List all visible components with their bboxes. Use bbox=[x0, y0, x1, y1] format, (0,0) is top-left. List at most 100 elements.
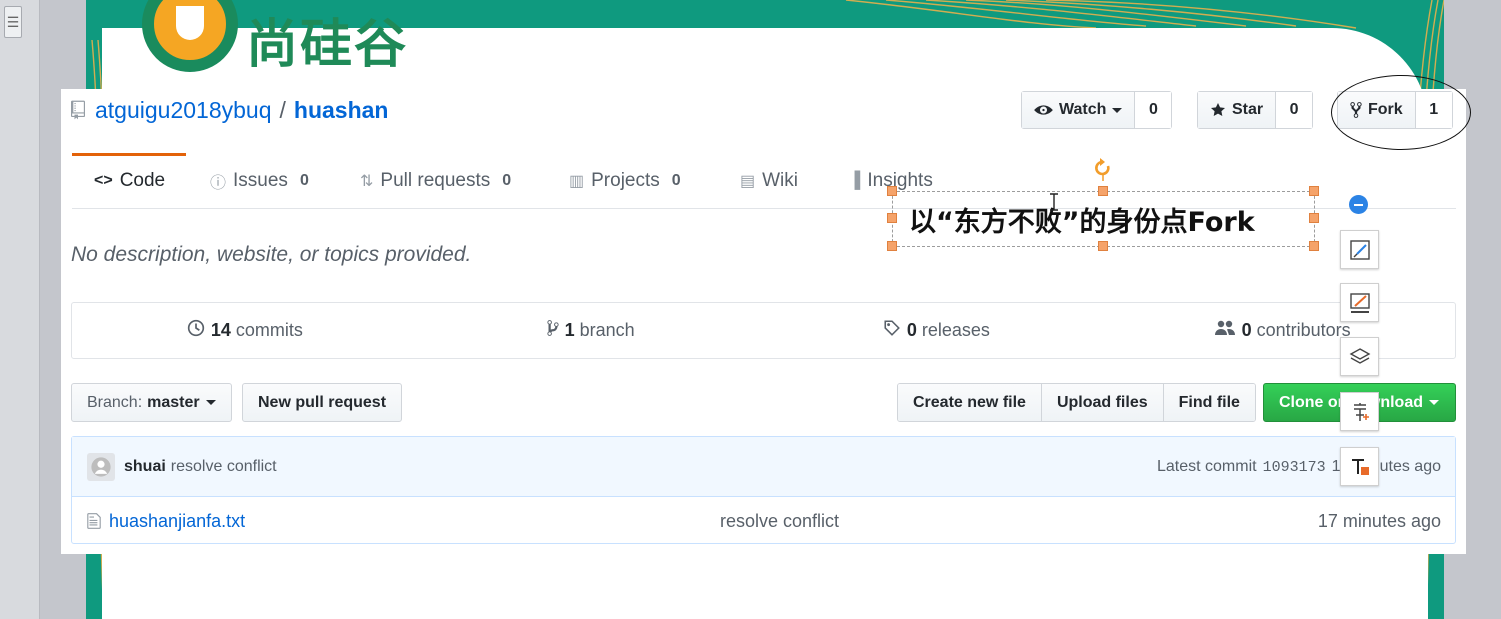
people-icon bbox=[1214, 320, 1236, 341]
eye-icon bbox=[1034, 103, 1053, 117]
tab-projects-label: Projects bbox=[591, 170, 660, 191]
branches-link[interactable]: 1 branch bbox=[418, 319, 764, 342]
branch-icon bbox=[546, 319, 559, 342]
releases-label: releases bbox=[921, 320, 990, 340]
star-label: Star bbox=[1232, 101, 1264, 118]
file-icon bbox=[87, 512, 101, 530]
tab-insights-label: Insights bbox=[867, 170, 933, 191]
commits-count: 14 bbox=[210, 320, 231, 340]
contributors-link[interactable]: 0 contributors bbox=[1109, 320, 1455, 341]
contributors-count: 0 bbox=[1241, 320, 1252, 340]
resize-handle-bottom[interactable] bbox=[1098, 241, 1108, 251]
slide-panel: ☰ bbox=[0, 0, 40, 619]
avatar[interactable] bbox=[87, 452, 115, 481]
star-button[interactable]: Star bbox=[1198, 92, 1277, 128]
latest-commit-info: Latest commit 1093173 17 minutes ago bbox=[1157, 437, 1441, 497]
star-button-group: Star 0 bbox=[1197, 91, 1314, 129]
logo-mark-icon bbox=[142, 0, 238, 72]
collapse-icon[interactable] bbox=[1349, 195, 1368, 214]
find-file-button[interactable]: Find file bbox=[1163, 384, 1255, 421]
book-icon: ▤ bbox=[740, 173, 756, 190]
tab-issues-count: 0 bbox=[299, 172, 309, 189]
table-row: huashanjianfa.txt resolve conflict 17 mi… bbox=[72, 498, 1455, 544]
tab-wiki-label: Wiki bbox=[762, 170, 799, 191]
resize-handle-left[interactable] bbox=[887, 213, 897, 223]
tab-issues-label: Issues bbox=[233, 170, 288, 191]
file-name-link[interactable]: huashanjianfa.txt bbox=[109, 511, 245, 532]
tab-pull-requests-count: 0 bbox=[502, 172, 512, 189]
code-icon: <> bbox=[94, 172, 113, 189]
history-icon bbox=[187, 319, 205, 342]
edit-shape-icon[interactable] bbox=[1340, 230, 1379, 269]
tag-icon bbox=[883, 319, 901, 342]
tab-code[interactable]: <> Code bbox=[71, 153, 187, 209]
layers-icon[interactable] bbox=[1340, 337, 1379, 376]
star-icon bbox=[1210, 102, 1226, 118]
panel-menu-icon[interactable]: ☰ bbox=[4, 6, 22, 38]
resize-handle-bottom-right[interactable] bbox=[1309, 241, 1319, 251]
rotate-handle-icon[interactable] bbox=[1093, 157, 1113, 181]
create-new-file-button[interactable]: Create new file bbox=[898, 384, 1042, 421]
graph-icon: ▐ bbox=[849, 172, 861, 189]
contributors-label: contributors bbox=[1256, 320, 1351, 340]
resize-handle-top[interactable] bbox=[1098, 186, 1108, 196]
repo-summary-bar: 14 commits 1 branch 0 releases 0 contrib… bbox=[71, 302, 1456, 359]
file-age: 17 minutes ago bbox=[1317, 510, 1441, 531]
repo-owner-link[interactable]: atguigu2018ybuq bbox=[95, 97, 272, 124]
file-commit-message[interactable]: resolve conflict bbox=[720, 511, 839, 532]
resize-handle-top-right[interactable] bbox=[1309, 186, 1319, 196]
watch-button-group: Watch 0 bbox=[1021, 91, 1173, 129]
annotation-text[interactable]: 以“东方不败”的身份点Fork bbox=[909, 200, 1255, 239]
tab-code-label: Code bbox=[119, 170, 166, 191]
releases-link[interactable]: 0 releases bbox=[764, 319, 1110, 342]
chevron-down-icon bbox=[1112, 107, 1123, 113]
repo-description: No description, website, or topics provi… bbox=[71, 243, 472, 266]
tab-wiki[interactable]: ▤ Wiki bbox=[740, 153, 798, 209]
commits-label: commits bbox=[235, 320, 303, 340]
resize-handle-top-left[interactable] bbox=[887, 186, 897, 196]
tab-issues[interactable]: ⓘ Issues 0 bbox=[210, 153, 309, 209]
github-repo-page: atguigu2018ybuq / huashan Watch 0 Star 0… bbox=[61, 75, 1471, 554]
project-icon: ▥ bbox=[569, 173, 585, 190]
latest-commit-label: Latest commit bbox=[1156, 458, 1257, 475]
branch-prefix: Branch: bbox=[87, 393, 143, 411]
commit-sha-link[interactable]: 1093173 bbox=[1263, 459, 1326, 476]
upload-files-button[interactable]: Upload files bbox=[1041, 384, 1164, 421]
tab-projects[interactable]: ▥ Projects 0 bbox=[569, 153, 681, 209]
tab-projects-count: 0 bbox=[671, 172, 681, 189]
file-actions-group: Create new file Upload files Find file bbox=[897, 383, 1256, 422]
issue-icon: ⓘ bbox=[210, 175, 227, 192]
repo-icon bbox=[71, 100, 85, 120]
commits-link[interactable]: 14 commits bbox=[72, 319, 418, 342]
edit-line-icon[interactable] bbox=[1340, 283, 1379, 322]
branches-label: branch bbox=[579, 320, 635, 340]
file-table: shuai resolve conflict Latest commit 109… bbox=[71, 436, 1456, 544]
commit-author[interactable]: shuai bbox=[124, 458, 166, 476]
watch-label: Watch bbox=[1059, 101, 1107, 118]
chevron-down-icon bbox=[1429, 400, 1439, 405]
watch-count[interactable]: 0 bbox=[1135, 92, 1172, 128]
watch-button[interactable]: Watch bbox=[1022, 92, 1136, 128]
text-fill-icon[interactable] bbox=[1340, 447, 1379, 486]
tab-pull-requests[interactable]: ⇅ Pull requests 0 bbox=[360, 153, 511, 209]
tab-pull-requests-label: Pull requests bbox=[380, 170, 491, 191]
chevron-down-icon bbox=[205, 400, 216, 405]
text-style-icon[interactable] bbox=[1340, 392, 1379, 431]
repo-header: atguigu2018ybuq / huashan bbox=[71, 95, 388, 125]
releases-count: 0 bbox=[906, 320, 917, 340]
repo-name-link[interactable]: huashan bbox=[294, 97, 389, 124]
text-cursor-icon bbox=[1050, 193, 1058, 211]
latest-commit-row: shuai resolve conflict Latest commit 109… bbox=[72, 437, 1455, 497]
branches-count: 1 bbox=[564, 320, 575, 340]
branch-value: master bbox=[147, 393, 200, 411]
fork-highlight-ellipse bbox=[1331, 75, 1471, 150]
logo-text: 尚硅谷 bbox=[246, 15, 409, 75]
resize-handle-right[interactable] bbox=[1309, 213, 1319, 223]
branch-select-button[interactable]: Branch: master bbox=[71, 383, 232, 422]
repo-path-separator: / bbox=[279, 96, 286, 123]
new-pull-request-button[interactable]: New pull request bbox=[242, 383, 403, 422]
star-count[interactable]: 0 bbox=[1276, 92, 1313, 128]
resize-handle-bottom-left[interactable] bbox=[887, 241, 897, 251]
commit-message[interactable]: resolve conflict bbox=[171, 458, 277, 476]
annotation-textbox[interactable]: 以“东方不败”的身份点Fork bbox=[892, 191, 1315, 247]
